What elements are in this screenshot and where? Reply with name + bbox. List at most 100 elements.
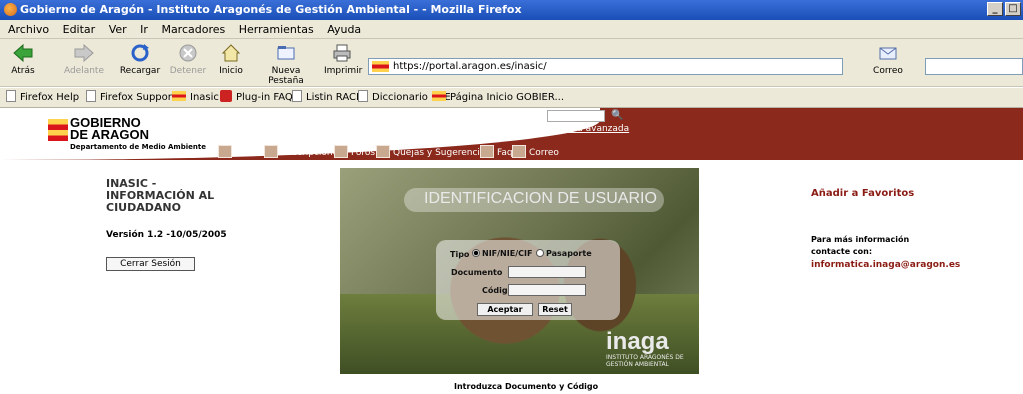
bookmark-listin-raci[interactable]: Listin RACI: [292, 88, 359, 108]
nav-quejas[interactable]: Quejas y Sugerencias: [376, 145, 490, 159]
back-arrow-icon: [13, 43, 33, 63]
forward-arrow-icon: [74, 43, 94, 63]
new-tab-button[interactable]: Nueva Pestaña: [256, 42, 316, 86]
option-pasaporte[interactable]: Pasaporte: [534, 249, 592, 258]
contact-email-link[interactable]: informatica.inaga@aragon.es: [811, 260, 960, 270]
new-tab-label: Nueva Pestaña: [268, 66, 304, 86]
bookmark-firefox-support[interactable]: Firefox Support: [86, 88, 176, 108]
option-pasaporte-label: Pasaporte: [546, 249, 592, 258]
print-label: Imprimir: [324, 66, 363, 76]
bookmark-label: Listin RACI: [306, 92, 359, 103]
gobierno-aragon-logo[interactable]: GOBIERNO DE ARAGON Departamento de Medio…: [48, 116, 208, 157]
maximize-button[interactable]: □: [1005, 2, 1021, 16]
radio-nif[interactable]: [472, 249, 480, 257]
forward-label: Adelante: [63, 66, 105, 76]
minimize-button[interactable]: _: [987, 2, 1003, 16]
nav-label: Foros: [351, 148, 376, 158]
bookmark-pagina-inicio[interactable]: Página Inicio GOBIER...: [432, 88, 564, 108]
window-title: Gobierno de Aragón - Instituto Aragonés …: [20, 3, 522, 16]
menu-herramientas[interactable]: Herramientas: [239, 23, 314, 36]
address-bar[interactable]: https://portal.aragon.es/inasic/: [368, 58, 843, 75]
aragon-flag-icon: [432, 91, 446, 101]
bookmark-firefox-help[interactable]: Firefox Help: [6, 88, 79, 108]
complaints-icon: [376, 145, 390, 158]
menu-archivo[interactable]: Archivo: [8, 23, 49, 36]
home-button[interactable]: Inicio: [216, 42, 246, 76]
back-button[interactable]: Atrás: [6, 42, 40, 76]
bookmark-plugin-faq[interactable]: Plug-in FAQ: [220, 88, 293, 108]
contact-info: Para más información contacte con:: [811, 234, 909, 258]
reload-icon: [131, 44, 149, 62]
back-label: Atrás: [11, 66, 35, 76]
bookmark-inasic[interactable]: Inasic: [172, 88, 219, 108]
logo-line-2: DE ARAGON: [70, 127, 149, 142]
menu-ver[interactable]: Ver: [109, 23, 127, 36]
add-favorites-link[interactable]: Añadir a Favoritos: [811, 188, 914, 199]
menu-marcadores[interactable]: Marcadores: [161, 23, 225, 36]
stop-icon: [179, 44, 197, 62]
mail-icon: [512, 145, 526, 158]
nav-foros[interactable]: Foros: [334, 145, 375, 159]
logo-department: Departamento de Medio Ambiente: [70, 143, 206, 151]
nav-suscripciones[interactable]: Suscripciones: [264, 145, 343, 159]
document-input[interactable]: [508, 266, 586, 278]
page-icon: [292, 90, 302, 102]
nav-inicio[interactable]: Inicio: [218, 145, 259, 159]
option-nif[interactable]: NIF/NIE/CIF: [470, 249, 532, 258]
new-tab-icon: [277, 46, 295, 60]
app-title-line-3: CIUDADANO: [106, 201, 181, 214]
page-icon: [86, 90, 96, 102]
menu-ir[interactable]: Ir: [140, 23, 148, 36]
reload-label: Recargar: [119, 66, 161, 76]
reset-button[interactable]: Reset: [538, 303, 572, 316]
menu-ayuda[interactable]: Ayuda: [327, 23, 361, 36]
mail-label: Correo: [873, 66, 903, 76]
type-label: Tipo: [450, 250, 470, 259]
logout-button[interactable]: Cerrar Sesión: [106, 257, 195, 271]
nav-faq[interactable]: Faq: [480, 145, 513, 159]
browser-search-input[interactable]: [925, 58, 1023, 75]
faq-icon: [480, 145, 494, 158]
search-icon[interactable]: 🔍: [611, 110, 623, 121]
home-label: Inicio: [219, 66, 243, 76]
bookmark-label: Firefox Support: [100, 92, 176, 103]
login-heading: IDENTIFICACION DE USUARIO: [424, 190, 657, 207]
contact-line-2: contacte con:: [811, 247, 873, 256]
bookmarks-toolbar: Firefox Help Firefox Support Inasic Plug…: [0, 88, 1023, 108]
page-icon: [358, 90, 368, 102]
menu-bar: Archivo Editar Ver Ir Marcadores Herrami…: [0, 20, 1023, 39]
mail-button[interactable]: Correo: [868, 42, 908, 76]
inaga-logo: inaga: [606, 328, 669, 355]
nav-label: Faq: [497, 148, 513, 158]
home-icon: [221, 44, 241, 62]
print-button[interactable]: Imprimir: [324, 42, 363, 76]
forward-button[interactable]: Adelante: [62, 42, 106, 76]
stop-label: Detener: [169, 66, 207, 76]
bookmark-label: Página Inicio GOBIER...: [450, 92, 564, 103]
plugin-icon: [220, 90, 232, 102]
bookmark-label: Inasic: [190, 92, 219, 103]
nav-label: Quejas y Sugerencias: [393, 148, 491, 158]
site-flag-icon: [372, 61, 389, 72]
home-icon: [218, 145, 232, 158]
accept-button[interactable]: Aceptar: [477, 303, 533, 316]
firefox-icon: [4, 3, 17, 16]
document-label: Documento: [451, 268, 503, 277]
advanced-search-link[interactable]: Búsqueda avanzada: [538, 124, 629, 134]
subscriptions-icon: [264, 145, 278, 158]
nav-correo[interactable]: Correo: [512, 145, 559, 159]
page-icon: [6, 90, 16, 102]
nav-label: Correo: [529, 148, 559, 158]
stop-button[interactable]: Detener: [168, 42, 208, 76]
code-input[interactable]: [508, 284, 586, 296]
bookmark-label: Firefox Help: [20, 92, 80, 103]
site-search-input[interactable]: [547, 110, 605, 122]
login-instructions: Introduzca Documento y Código: [454, 382, 599, 391]
menu-editar[interactable]: Editar: [63, 23, 96, 36]
printer-icon: [333, 44, 351, 62]
mail-icon: [879, 47, 897, 60]
reload-button[interactable]: Recargar: [118, 42, 162, 76]
aragon-flag-icon: [48, 119, 68, 141]
app-title: INASIC - INFORMACIÓN AL CIUDADANO: [106, 178, 256, 214]
radio-pasaporte[interactable]: [536, 249, 544, 257]
